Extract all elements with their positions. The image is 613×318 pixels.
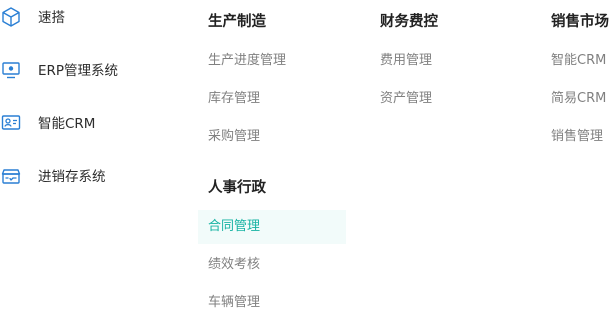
group-title-manufacturing: 生产制造: [208, 14, 266, 30]
sidebar-item-label: 智能CRM: [38, 116, 96, 132]
link-contract-management[interactable]: 合同管理: [198, 210, 346, 244]
group-title-sales: 销售市场: [551, 14, 609, 30]
link-inventory-management[interactable]: 库存管理: [208, 89, 260, 109]
sidebar: 速搭 ERP管理系统 智能CRM 进销存系统: [0, 0, 190, 318]
link-smart-crm[interactable]: 智能CRM: [551, 51, 606, 71]
link-performance-review[interactable]: 绩效考核: [208, 255, 260, 275]
inventory-box-icon: [0, 165, 22, 189]
link-sales-management[interactable]: 销售管理: [551, 127, 603, 147]
cube-icon: [0, 6, 22, 30]
monitor-icon: [0, 59, 22, 83]
group-title-hr: 人事行政: [208, 180, 266, 196]
contact-card-icon: [0, 112, 22, 136]
sidebar-item-label: 进销存系统: [38, 169, 106, 185]
link-vehicle-management[interactable]: 车辆管理: [208, 293, 260, 313]
sidebar-item-label: ERP管理系统: [38, 63, 119, 79]
group-title-finance: 财务费控: [380, 14, 438, 30]
link-purchase-management[interactable]: 采购管理: [208, 127, 260, 147]
link-simple-crm[interactable]: 简易CRM: [551, 89, 606, 109]
sidebar-item-label: 速搭: [38, 10, 65, 26]
link-production-progress[interactable]: 生产进度管理: [208, 51, 286, 71]
link-expense-management[interactable]: 费用管理: [380, 51, 432, 71]
link-asset-management[interactable]: 资产管理: [380, 89, 432, 109]
